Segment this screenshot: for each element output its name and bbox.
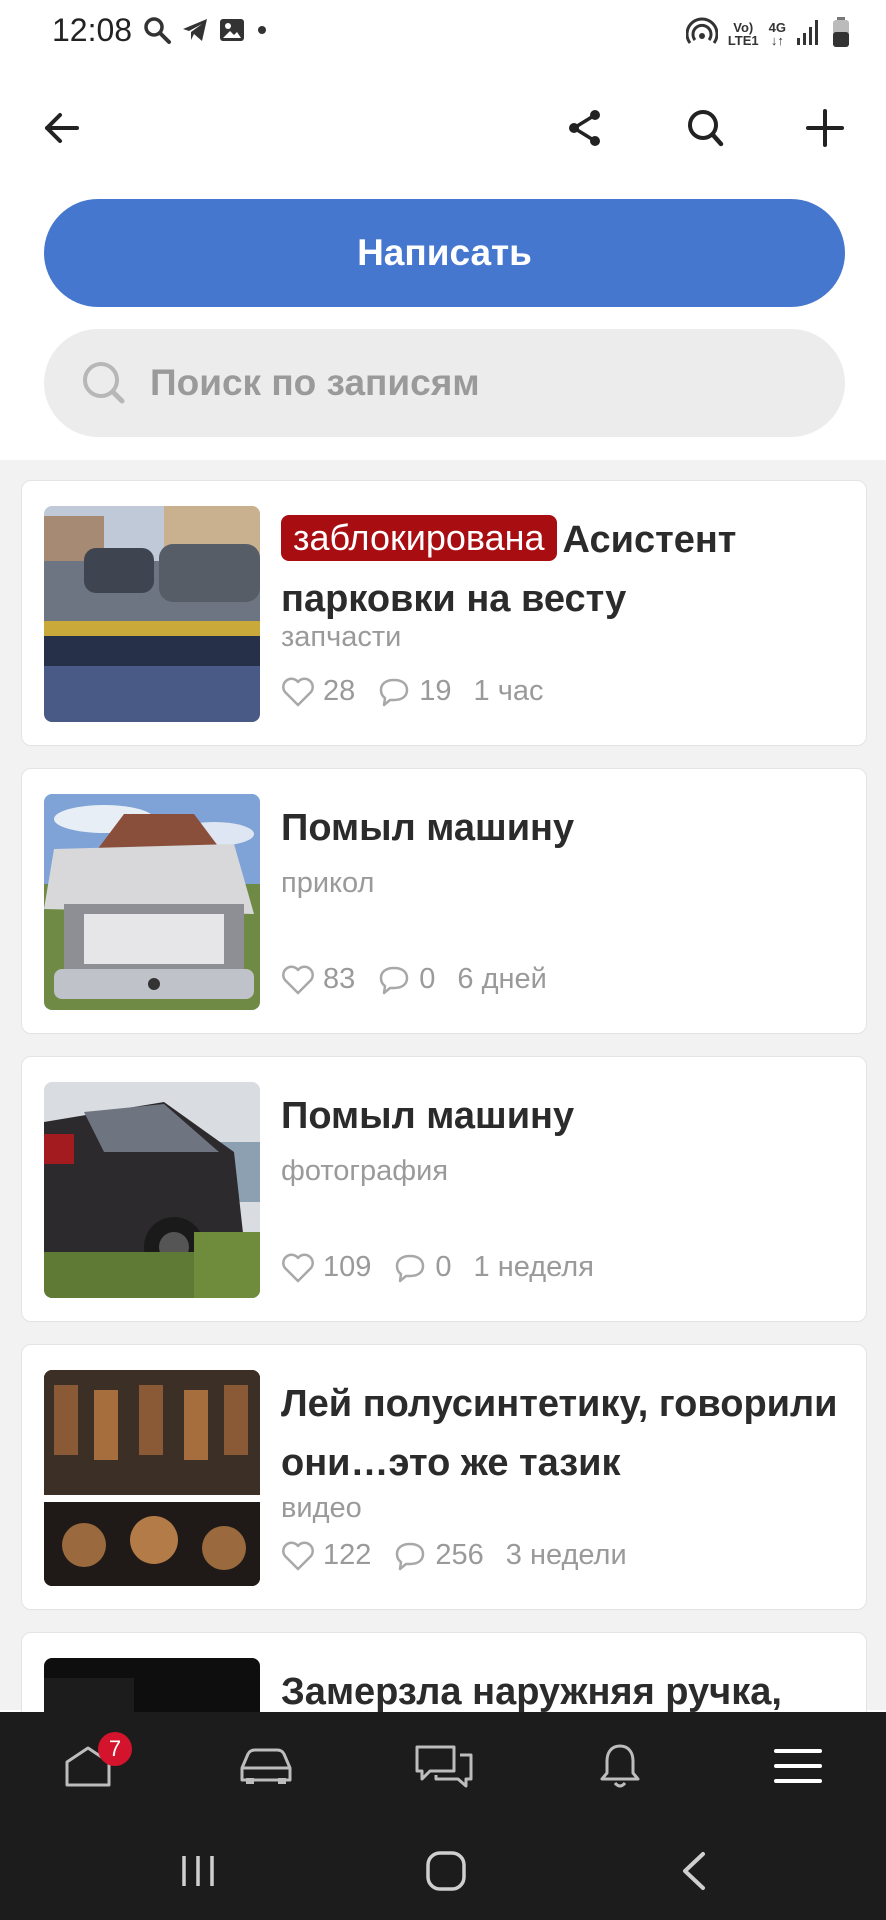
share-icon: [564, 107, 606, 154]
chat-icon: [414, 1743, 474, 1794]
likes-count: 28: [323, 675, 356, 707]
search-icon: [142, 15, 172, 50]
menu-icon: [773, 1746, 823, 1791]
back-system-button[interactable]: [666, 1848, 722, 1898]
likes[interactable]: 122: [281, 1539, 371, 1572]
blocked-badge: заблокирована: [281, 515, 557, 561]
search-icon: [80, 359, 128, 412]
write-button[interactable]: Написать: [44, 199, 845, 307]
status-bar: 12:08 Vo) LTE1 4G ↓↑: [0, 0, 886, 70]
recents-button[interactable]: [170, 1848, 226, 1898]
heart-icon: [282, 965, 314, 994]
post-meta: 28 19 1 час: [281, 675, 565, 708]
4g-icon: 4G ↓↑: [769, 21, 786, 47]
likes-count: 109: [323, 1251, 372, 1283]
recents-icon: [178, 1853, 218, 1894]
notification-badge: 7: [98, 1732, 132, 1766]
back-button[interactable]: [33, 102, 89, 158]
post-meta: 109 0 1 неделя: [281, 1251, 616, 1284]
comments-count: 0: [419, 963, 436, 995]
post-meta: 122 256 3 недели: [281, 1539, 649, 1572]
likes-count: 122: [323, 1539, 372, 1571]
comments-count: 256: [435, 1539, 484, 1571]
status-left-icons: [142, 14, 270, 50]
comment-icon: [380, 966, 409, 994]
home-system-button[interactable]: [418, 1848, 474, 1898]
post-category: видео: [281, 1492, 362, 1524]
comments-count: 0: [435, 1251, 452, 1283]
post-title-text: Помыл машину: [281, 1095, 575, 1137]
post-time: 3 недели: [505, 1539, 627, 1571]
post-card[interactable]: Помыл машину прикол 83 0 6 дней: [21, 768, 867, 1034]
car-icon: [238, 1746, 294, 1791]
post-title: заблокирована Асистент парковки на весту: [281, 511, 851, 629]
gallery-icon: [218, 16, 246, 49]
post-time: 1 неделя: [473, 1251, 594, 1283]
post-feed: заблокирована Асистент парковки на весту …: [0, 460, 886, 1898]
telegram-icon: [180, 15, 210, 50]
comments-count: 19: [419, 675, 452, 707]
share-button[interactable]: [557, 102, 613, 158]
search-icon: [684, 107, 726, 154]
arrow-left-icon: [41, 108, 81, 153]
post-thumbnail: [44, 1370, 260, 1586]
dot-icon: [254, 22, 270, 43]
bell-icon: [598, 1742, 642, 1795]
post-title: Лей полусинтетику, говорили они…это же т…: [281, 1375, 851, 1493]
post-category: прикол: [281, 867, 375, 899]
comments[interactable]: 0: [393, 1251, 452, 1284]
search-box[interactable]: [44, 329, 845, 437]
likes-count: 83: [323, 963, 356, 995]
bottom-navigation: 7: [0, 1712, 886, 1822]
nav-garage[interactable]: [236, 1738, 296, 1798]
post-meta: 83 0 6 дней: [281, 963, 569, 996]
search-input[interactable]: [150, 329, 800, 437]
post-title: Помыл машину: [281, 799, 851, 858]
post-title-text: Замерзла наружняя ручка,: [281, 1671, 782, 1713]
status-right-icons: Vo) LTE1 4G ↓↑: [685, 16, 850, 53]
post-category: запчасти: [281, 621, 402, 653]
hotspot-icon: [685, 16, 719, 53]
network-bottom-label: LTE1: [727, 33, 759, 48]
post-time: 1 час: [473, 675, 544, 707]
likes[interactable]: 83: [281, 963, 355, 996]
post-thumbnail: [44, 506, 260, 722]
battery-icon: [832, 16, 850, 53]
heart-icon: [282, 1541, 314, 1570]
likes[interactable]: 28: [281, 675, 355, 708]
search-button[interactable]: [677, 102, 733, 158]
post-title-text: Помыл машину: [281, 807, 575, 849]
post-category: фотография: [281, 1155, 449, 1187]
nav-menu[interactable]: [768, 1738, 828, 1798]
post-card[interactable]: заблокирована Асистент парковки на весту …: [21, 480, 867, 746]
post-thumbnail: [44, 1082, 260, 1298]
comments[interactable]: 256: [393, 1539, 484, 1572]
comments[interactable]: 19: [377, 675, 452, 708]
status-time: 12:08: [52, 12, 133, 48]
comment-icon: [396, 1542, 425, 1570]
post-card[interactable]: Помыл машину фотография 109 0 1 неделя: [21, 1056, 867, 1322]
comment-icon: [396, 1254, 425, 1282]
nav-messages[interactable]: [414, 1738, 474, 1798]
home-circle-icon: [425, 1850, 467, 1897]
post-thumbnail: [44, 794, 260, 1010]
heart-icon: [282, 677, 314, 706]
likes[interactable]: 109: [281, 1251, 371, 1284]
post-time: 6 дней: [457, 963, 547, 995]
toolbar: [0, 90, 886, 170]
back-chevron-icon: [679, 1850, 709, 1897]
post-title: Помыл машину: [281, 1087, 851, 1146]
volte-icon: Vo) LTE1: [728, 21, 759, 47]
signal-icon: [796, 18, 822, 51]
comments[interactable]: 0: [377, 963, 435, 996]
post-card[interactable]: Лей полусинтетику, говорили они…это же т…: [21, 1344, 867, 1610]
comment-icon: [380, 678, 409, 706]
heart-icon: [282, 1253, 314, 1282]
system-navigation: [0, 1822, 886, 1920]
signal-bottom-label: ↓↑: [770, 33, 784, 48]
post-title-text: Лей полусинтетику, говорили они…это же т…: [281, 1383, 838, 1484]
plus-icon: [805, 108, 845, 153]
add-button[interactable]: [797, 102, 853, 158]
nav-notifications[interactable]: [590, 1738, 650, 1798]
